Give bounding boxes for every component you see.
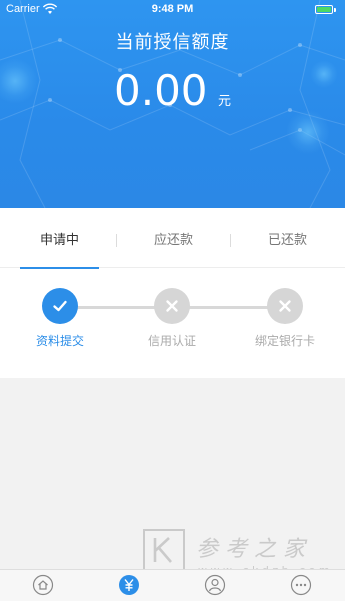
clock: 9:48 PM [151, 3, 194, 15]
check-icon [42, 288, 78, 324]
nav-home[interactable] [0, 574, 86, 596]
tab-applying[interactable]: 申请中 [2, 222, 117, 269]
home-icon [32, 574, 54, 596]
loan-status-card: 申请中 应还款 已还款 资料提交 信用认证 绑定银行卡 [0, 208, 345, 378]
credit-amount-value: 0.00 [114, 66, 208, 115]
credit-header: Carrier 9:48 PM 当前授信额度 0.00 元 [0, 0, 345, 208]
credit-amount: 0.00 元 [0, 66, 345, 115]
nav-loan[interactable] [86, 574, 172, 596]
user-icon [204, 574, 226, 596]
credit-amount-unit: 元 [217, 93, 231, 108]
step-credit-verify: 信用认证 [127, 288, 217, 349]
loan-tabs: 申请中 应还款 已还款 [0, 222, 345, 269]
more-icon [290, 574, 312, 596]
application-progress: 资料提交 信用认证 绑定银行卡 [0, 288, 345, 358]
close-icon [154, 288, 190, 324]
page-title: 当前授信额度 [115, 32, 230, 52]
svg-text:参 考 之 家: 参 考 之 家 [196, 537, 308, 562]
step-bind-bank-card: 绑定银行卡 [240, 288, 330, 349]
bottom-nav [0, 569, 345, 601]
nav-profile[interactable] [172, 574, 258, 596]
active-tab-indicator [20, 267, 99, 269]
step-label: 绑定银行卡 [254, 334, 315, 348]
status-bar: Carrier 9:48 PM [0, 0, 345, 20]
tab-applying-label: 申请中 [39, 232, 79, 247]
nav-more[interactable] [258, 574, 344, 596]
glow-right-bottom [286, 110, 330, 154]
battery-icon [315, 5, 336, 14]
tab-repaid[interactable]: 已还款 [230, 222, 345, 268]
step-label: 资料提交 [35, 334, 84, 348]
step-label: 信用认证 [147, 334, 196, 348]
step-data-submit: 资料提交 [15, 288, 105, 349]
tab-repaid-label: 已还款 [267, 232, 307, 247]
close-icon [267, 288, 303, 324]
yen-icon [119, 575, 139, 595]
tab-repayment-due-label: 应还款 [153, 232, 193, 247]
tab-repayment-due[interactable]: 应还款 [116, 222, 231, 268]
